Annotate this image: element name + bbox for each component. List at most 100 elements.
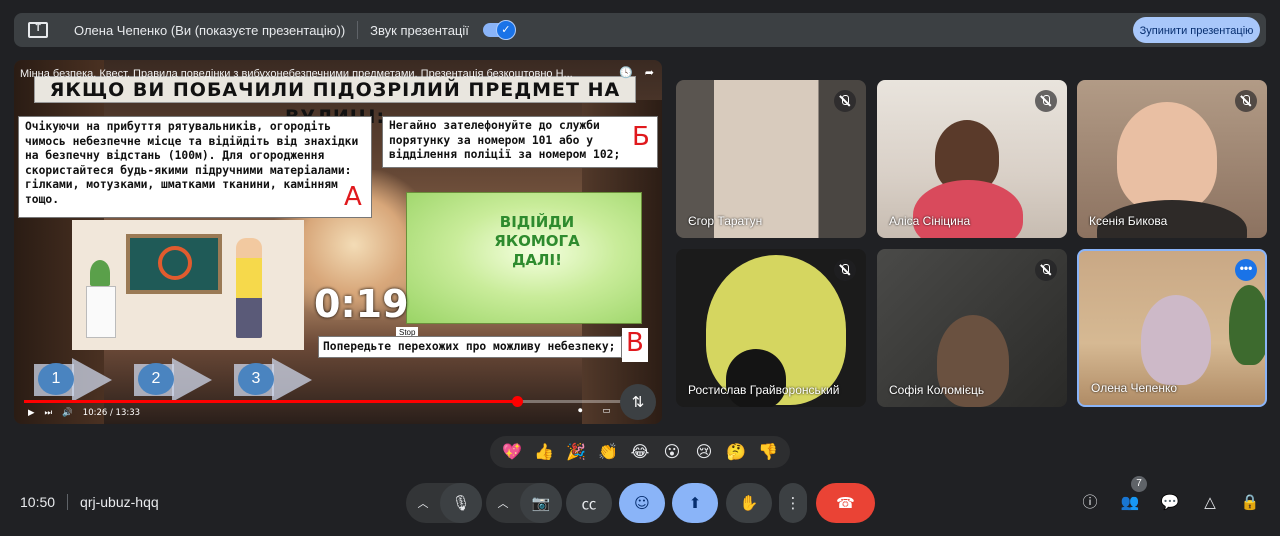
watch-later-icon[interactable]: 🕓 bbox=[619, 66, 633, 79]
present-button[interactable]: ⬆ bbox=[672, 483, 718, 523]
emoji-icon: ☺ bbox=[634, 494, 650, 512]
swap-layout-icon[interactable]: ⇅ bbox=[620, 384, 656, 420]
muted-mic-icon bbox=[834, 90, 856, 112]
step-number: 3 bbox=[238, 363, 274, 395]
participant-name: Софія Коломієць bbox=[889, 383, 985, 397]
present-screen-icon bbox=[28, 20, 48, 38]
participant-video-face bbox=[726, 349, 786, 407]
participant-tile[interactable]: Єгор Таратун bbox=[676, 80, 866, 238]
mic-control-group: ︿ 🎙 bbox=[406, 483, 482, 523]
people-icon[interactable]: 👥 bbox=[1118, 490, 1142, 514]
camera-button[interactable]: 📷 bbox=[520, 483, 562, 523]
sad-reaction[interactable]: 😢 bbox=[691, 439, 717, 465]
check-icon: ✓ bbox=[495, 20, 516, 40]
chat-icon[interactable]: 💬 bbox=[1158, 490, 1182, 514]
captions-button[interactable]: ㏄ bbox=[566, 483, 612, 523]
video-time: 10:26 / 13:33 bbox=[82, 408, 141, 418]
countdown-timer: 0:19 bbox=[314, 282, 409, 326]
presenting-bar: Олена Чепенко (Ви (показуєте презентацію… bbox=[14, 13, 1266, 47]
participant-name: Олена Чепенко bbox=[1091, 381, 1178, 395]
captions-icon: ㏄ bbox=[581, 494, 597, 513]
autoplay-toggle-icon[interactable]: ⏺ bbox=[578, 406, 582, 416]
step-number: 1 bbox=[38, 363, 74, 395]
participant-video-body bbox=[913, 180, 1023, 238]
leave-call-button[interactable]: ☎ bbox=[816, 483, 875, 523]
more-options-icon[interactable]: ••• bbox=[1235, 259, 1257, 281]
participant-name: Аліса Сініцина bbox=[889, 214, 971, 228]
participant-name: Ксенія Бикова bbox=[1089, 214, 1168, 228]
divider bbox=[67, 494, 69, 510]
progress-fill bbox=[24, 400, 517, 403]
meeting-info: 10:50 qrj-ubuz-hqq bbox=[20, 494, 159, 510]
participant-tile[interactable]: Софія Коломієць bbox=[877, 249, 1067, 407]
muted-mic-icon bbox=[834, 259, 856, 281]
participant-tile[interactable]: Ростислав Грайворонський bbox=[676, 249, 866, 407]
audio-options-chevron-icon[interactable]: ︿ bbox=[406, 495, 440, 511]
slide-card-c: Попередьте перехожих про можливу небезпе… bbox=[318, 336, 622, 358]
stop-presenting-button[interactable]: Зупинити презентацію bbox=[1133, 17, 1260, 43]
share-icon[interactable]: ➦ bbox=[645, 66, 654, 79]
presentation-video[interactable]: ЯКЩО ВИ ПОБАЧИЛИ ПІДОЗРІЛИЙ ПРЕДМЕТ НА В… bbox=[14, 60, 662, 424]
video-top-actions: 🕓 ➦ bbox=[619, 66, 654, 79]
slide-letter-a: А bbox=[340, 182, 366, 212]
present-screen-icon: ⬆ bbox=[688, 494, 702, 512]
no-phone-sign-icon bbox=[158, 246, 192, 280]
step-arrows: 1 2 3 bbox=[34, 358, 334, 402]
participant-name: Ростислав Грайворонський bbox=[688, 383, 840, 397]
reaction-bar: 💖 👍 🎉 👏 😂 😮 😢 🤔 👎 bbox=[490, 436, 790, 468]
divider bbox=[357, 21, 359, 39]
video-title[interactable]: Мінна безпека. Квест. Правила поведінки … bbox=[20, 68, 616, 80]
next-icon[interactable]: ⏭ bbox=[45, 408, 53, 418]
arrow-icon bbox=[72, 358, 112, 402]
muted-mic-icon bbox=[1035, 90, 1057, 112]
subtitles-icon[interactable]: ▭ bbox=[602, 406, 610, 416]
meeting-code[interactable]: qrj-ubuz-hqq bbox=[80, 494, 159, 510]
step-2[interactable]: 2 bbox=[134, 358, 234, 402]
participant-tile[interactable]: Ксенія Бикова bbox=[1077, 80, 1267, 238]
video-controls: ▶ ⏭ 🔊 10:26 / 13:33 ⏺ ▭ ⚙ bbox=[28, 406, 648, 420]
current-time: 10:50 bbox=[20, 494, 56, 510]
volume-icon[interactable]: 🔊 bbox=[62, 408, 73, 418]
slide-heading: ЯКЩО ВИ ПОБАЧИЛИ ПІДОЗРІЛИЙ ПРЕДМЕТ НА В… bbox=[34, 76, 636, 128]
classroom-illustration bbox=[72, 220, 304, 350]
cabinet bbox=[86, 286, 116, 338]
camera-control-group: ︿ 📷 bbox=[486, 483, 562, 523]
poster-text: ВІДІЙДИ ЯКОМОГА ДАЛІ! bbox=[494, 213, 580, 269]
muted-mic-icon bbox=[1235, 90, 1257, 112]
thumbs-up-reaction[interactable]: 👍 bbox=[531, 439, 557, 465]
participant-tile[interactable]: Аліса Сініцина bbox=[877, 80, 1067, 238]
party-popper-reaction[interactable]: 🎉 bbox=[563, 439, 589, 465]
hang-up-icon: ☎ bbox=[836, 494, 855, 512]
slide-letter-c: В bbox=[622, 328, 648, 362]
step-3[interactable]: 3 bbox=[234, 358, 334, 402]
more-options-button[interactable]: ⋮ bbox=[779, 483, 807, 523]
video-options-chevron-icon[interactable]: ︿ bbox=[486, 495, 520, 511]
meeting-details-icon[interactable]: ⓘ bbox=[1078, 490, 1102, 514]
activities-icon[interactable]: △ bbox=[1198, 490, 1222, 514]
laughing-reaction[interactable]: 😂 bbox=[627, 439, 653, 465]
presentation-sound-toggle[interactable]: ✓ bbox=[482, 20, 516, 40]
hand-icon: ✋ bbox=[739, 494, 759, 512]
raise-hand-button[interactable]: ✋ bbox=[726, 483, 772, 523]
sparkling-heart-reaction[interactable]: 💖 bbox=[499, 439, 525, 465]
participant-tile-self[interactable]: ••• Олена Чепенко bbox=[1077, 249, 1267, 407]
thumbs-down-reaction[interactable]: 👎 bbox=[755, 439, 781, 465]
step-1[interactable]: 1 bbox=[34, 358, 134, 402]
step-number: 2 bbox=[138, 363, 174, 395]
slide-card-b: Негайно зателефонуйте до служби порятунк… bbox=[382, 116, 658, 168]
reactions-button[interactable]: ☺ bbox=[619, 483, 665, 523]
host-controls-lock-icon[interactable]: 🔒 bbox=[1238, 490, 1262, 514]
participant-video bbox=[1141, 295, 1211, 385]
play-icon[interactable]: ▶ bbox=[28, 408, 35, 418]
arrow-icon bbox=[172, 358, 212, 402]
plant-icon bbox=[90, 260, 110, 286]
slide-letter-b: Б bbox=[628, 122, 654, 152]
presenter-title: Олена Чепенко (Ви (показуєте презентацію… bbox=[74, 22, 346, 38]
video-progress-bar[interactable] bbox=[24, 396, 652, 407]
muted-mic-icon bbox=[1035, 259, 1057, 281]
surprised-reaction[interactable]: 😮 bbox=[659, 439, 685, 465]
thinking-reaction[interactable]: 🤔 bbox=[723, 439, 749, 465]
more-vert-icon: ⋮ bbox=[785, 494, 801, 512]
clapping-reaction[interactable]: 👏 bbox=[595, 439, 621, 465]
microphone-button[interactable]: 🎙 bbox=[440, 483, 482, 523]
